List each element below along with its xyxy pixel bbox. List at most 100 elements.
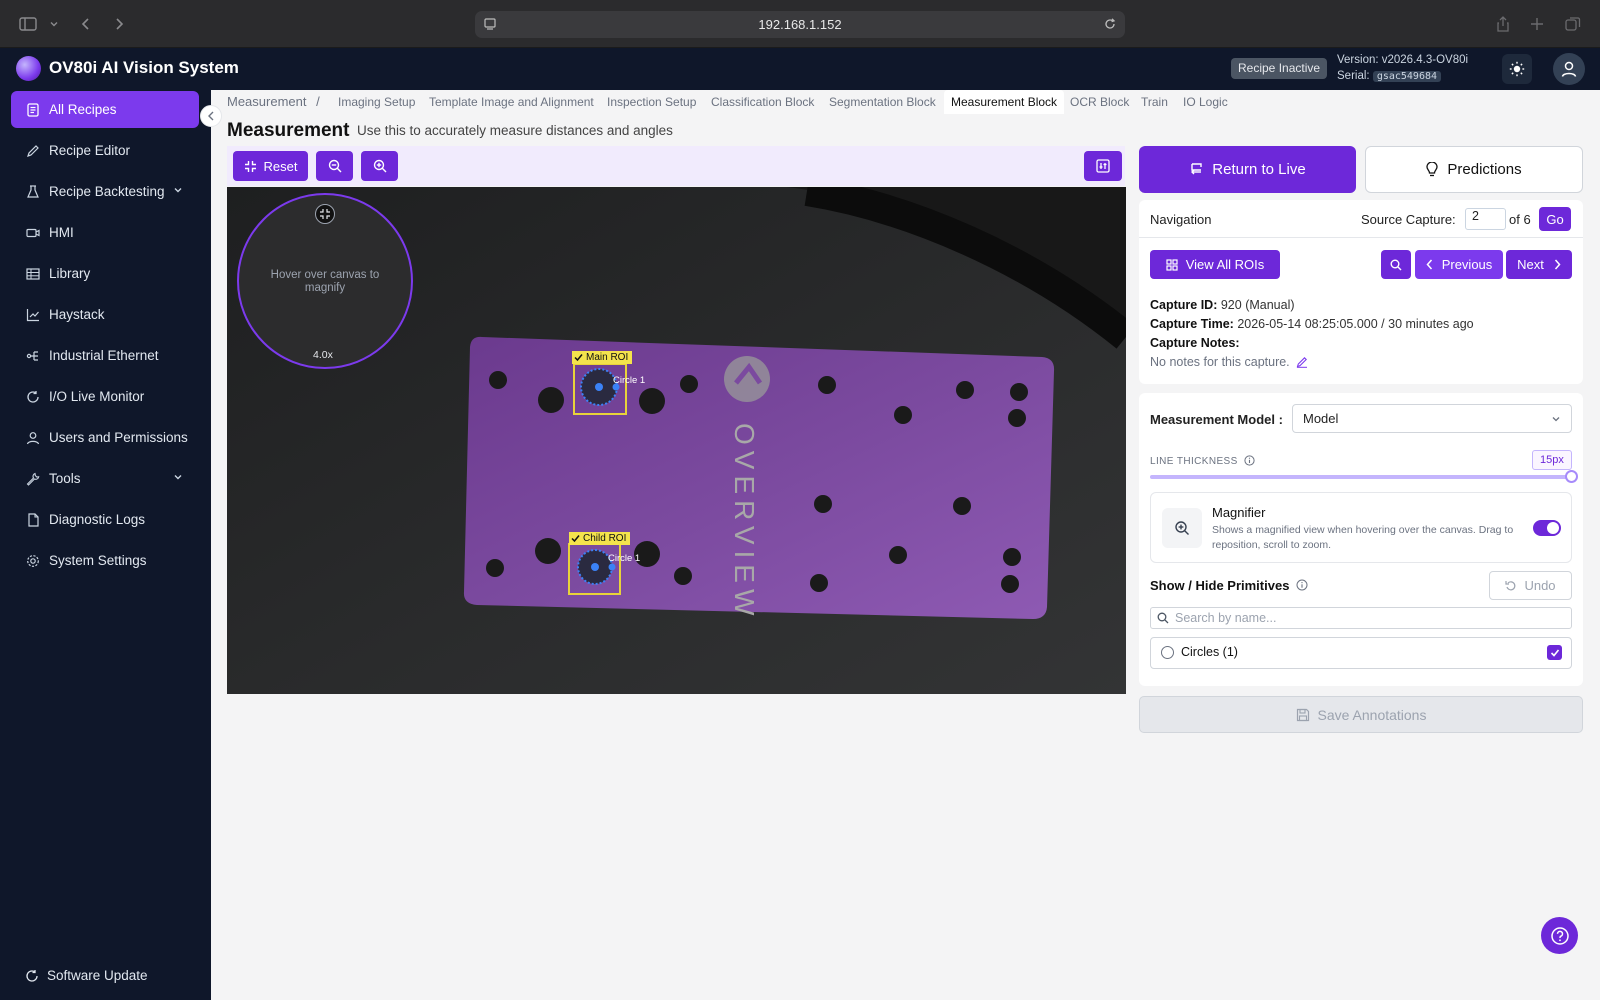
url-bar[interactable]: 192.168.1.152 — [475, 11, 1125, 38]
sidebar-item-system-settings[interactable]: System Settings — [11, 542, 199, 579]
line-thickness-slider[interactable] — [1150, 475, 1571, 479]
collapse-icon — [320, 209, 330, 219]
line-thickness-slider-thumb[interactable] — [1565, 470, 1578, 483]
zoom-in-button[interactable] — [361, 151, 398, 181]
reload-icon[interactable] — [1103, 17, 1117, 31]
edit-notes-icon[interactable] — [1296, 356, 1308, 368]
zoom-in-icon — [373, 159, 386, 173]
return-icon — [1189, 162, 1203, 177]
sidebar-item-library[interactable]: Library — [11, 255, 199, 292]
return-to-live-button[interactable]: Return to Live — [1139, 146, 1356, 193]
sidebar-item-label: Recipe Editor — [49, 143, 131, 158]
sidebar-item-label: Diagnostic Logs — [49, 512, 146, 527]
app-logo — [16, 56, 41, 81]
sidebar-item-all-recipes[interactable]: All Recipes — [11, 91, 199, 128]
reset-button[interactable]: Reset — [233, 151, 308, 181]
primitive-visibility-checkbox[interactable] — [1547, 645, 1562, 660]
site-settings-icon[interactable] — [483, 17, 497, 31]
primitives-title: Show / Hide Primitives — [1150, 578, 1308, 593]
sidebar-item-industrial-ethernet[interactable]: Industrial Ethernet — [11, 337, 199, 374]
help-button[interactable] — [1541, 917, 1578, 954]
primitives-search-input[interactable]: Search by name... — [1150, 607, 1572, 629]
view-all-rois-button[interactable]: View All ROIs — [1150, 250, 1280, 279]
sidebar-item-recipe-backtesting[interactable]: Recipe Backtesting — [11, 173, 199, 210]
sidebar-toggle-icon[interactable] — [17, 13, 39, 35]
breadcrumb-root[interactable]: Measurement — [227, 94, 306, 109]
collapse-icon — [244, 160, 257, 173]
next-label: Next — [1517, 257, 1544, 272]
child-roi-box[interactable] — [568, 543, 621, 595]
capture-time-row: Capture Time: 2026-05-14 08:25:05.000 / … — [1150, 317, 1474, 331]
panel-toggle-button[interactable] — [1084, 151, 1122, 181]
search-capture-button[interactable] — [1381, 250, 1411, 279]
back-icon[interactable] — [75, 13, 97, 35]
capture-id-row: Capture ID: 920 (Manual) — [1150, 298, 1295, 312]
sidebar-collapse-button[interactable] — [200, 105, 222, 127]
save-annotations-button[interactable]: Save Annotations — [1139, 696, 1583, 733]
previous-label: Previous — [1441, 257, 1493, 272]
software-update-label: Software Update — [47, 968, 148, 983]
predictions-button[interactable]: Predictions — [1365, 146, 1583, 193]
browser-toolbar: 192.168.1.152 — [0, 0, 1600, 48]
tab-segmentation-block[interactable]: Segmentation Block — [822, 90, 943, 114]
sidebar-item-tools[interactable]: Tools — [11, 460, 199, 497]
line-thickness-text: LINE THICKNESS — [1150, 456, 1238, 467]
tab-train[interactable]: Train — [1134, 90, 1175, 114]
refresh-icon — [25, 969, 39, 983]
tab-imaging-setup[interactable]: Imaging Setup — [331, 90, 422, 114]
sidebar-item-label: Tools — [49, 471, 81, 486]
wrench-icon — [25, 471, 41, 487]
sidebar-item-haystack[interactable]: Haystack — [11, 296, 199, 333]
serial-row: Serial: gsac549684 — [1337, 68, 1468, 85]
forward-icon[interactable] — [108, 13, 130, 35]
sidebar-item-recipe-editor[interactable]: Recipe Editor — [11, 132, 199, 169]
reset-label: Reset — [263, 158, 298, 174]
sidebar-item-diagnostic-logs[interactable]: Diagnostic Logs — [11, 501, 199, 538]
sidebar-item-hmi[interactable]: HMI — [11, 214, 199, 251]
magnifier-setting-description: Shows a magnified view when hovering ove… — [1212, 524, 1514, 551]
user-icon — [1561, 61, 1577, 77]
recipe-status-badge: Recipe Inactive — [1231, 58, 1328, 79]
navigation-title: Navigation — [1150, 212, 1212, 227]
capture-notes-row: Capture Notes: — [1150, 336, 1240, 350]
check-icon — [574, 353, 583, 362]
next-button[interactable]: Next — [1506, 250, 1572, 279]
software-update-link[interactable]: Software Update — [25, 968, 148, 983]
tab-template-image-alignment[interactable]: Template Image and Alignment — [422, 90, 601, 114]
serial-value: gsac549684 — [1372, 71, 1442, 82]
zoom-out-button[interactable] — [316, 151, 353, 181]
measurement-model-select[interactable]: Model — [1292, 404, 1572, 433]
line-thickness-value[interactable]: 15px — [1532, 450, 1572, 470]
tabs-overview-icon[interactable] — [1562, 13, 1584, 35]
previous-button[interactable]: Previous — [1415, 250, 1503, 279]
user-icon — [25, 430, 41, 446]
search-icon — [1390, 259, 1402, 270]
measurement-model-value: Model — [1303, 411, 1339, 426]
tab-io-logic[interactable]: IO Logic — [1176, 90, 1235, 114]
magnifier-drag-handle[interactable] — [315, 204, 335, 224]
tab-inspection-setup[interactable]: Inspection Setup — [600, 90, 703, 114]
go-button[interactable]: Go — [1539, 207, 1571, 231]
undo-label: Undo — [1524, 578, 1556, 593]
child-roi-label[interactable]: Child ROI — [569, 532, 631, 545]
bar-chart-icon — [25, 307, 41, 323]
sidebar-item-label: I/O Live Monitor — [49, 389, 145, 404]
sidebar-item-io-live-monitor[interactable]: I/O Live Monitor — [11, 378, 199, 415]
source-capture-input[interactable]: 2 — [1465, 208, 1506, 230]
theme-toggle-button[interactable] — [1502, 54, 1532, 84]
main-roi-box[interactable] — [573, 363, 627, 415]
tab-ocr-block[interactable]: OCR Block — [1063, 90, 1136, 114]
capture-notes-label: Capture Notes: — [1150, 336, 1240, 350]
share-icon[interactable] — [1492, 13, 1514, 35]
tab-measurement-block[interactable]: Measurement Block — [944, 90, 1065, 114]
url-text: 192.168.1.152 — [758, 17, 842, 32]
save-icon — [1296, 708, 1310, 722]
main-roi-label[interactable]: Main ROI — [572, 351, 633, 364]
user-menu-button[interactable] — [1553, 53, 1585, 85]
undo-button[interactable]: Undo — [1489, 571, 1572, 600]
chevron-down-icon[interactable] — [43, 13, 65, 35]
magnifier-toggle[interactable] — [1533, 520, 1561, 536]
new-tab-icon[interactable] — [1526, 13, 1548, 35]
tab-classification-block[interactable]: Classification Block — [704, 90, 821, 114]
sidebar-item-users-and-permissions[interactable]: Users and Permissions — [11, 419, 199, 456]
